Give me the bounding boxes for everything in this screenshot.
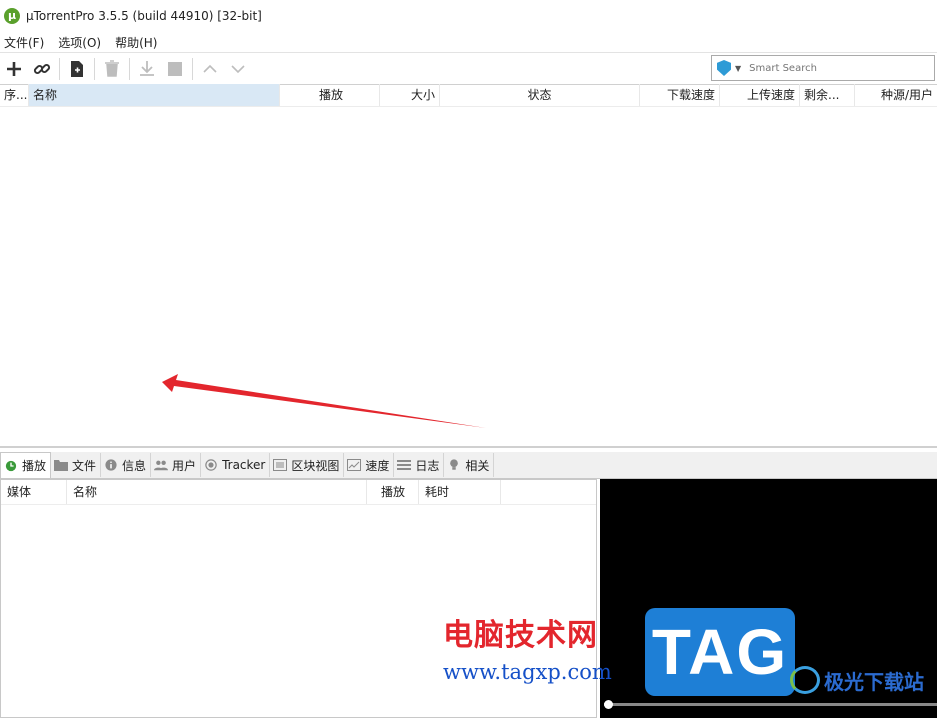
- col-media-name[interactable]: 名称: [67, 480, 367, 504]
- menu-options[interactable]: 选项(O): [54, 34, 105, 51]
- col-name[interactable]: 名称: [29, 84, 280, 106]
- move-down-button[interactable]: [224, 55, 252, 83]
- watermark-tag-logo: TAG: [645, 608, 795, 696]
- list-icon: [397, 460, 412, 470]
- tab-info[interactable]: 信息: [101, 453, 152, 477]
- tab-log[interactable]: 日志: [394, 453, 445, 477]
- remove-button[interactable]: [98, 55, 126, 83]
- plus-icon: [7, 61, 21, 76]
- folder-icon: [54, 460, 69, 471]
- tab-label: 日志: [415, 458, 440, 473]
- stop-icon: [168, 61, 182, 76]
- tab-pieces[interactable]: 区块视图: [270, 453, 345, 477]
- menu-file[interactable]: 文件(F): [0, 34, 48, 51]
- col-down-speed[interactable]: 下载速度: [640, 84, 720, 106]
- watermark-site: 电脑技术网 www.tagxp.com: [443, 610, 643, 700]
- search-input[interactable]: [747, 61, 932, 75]
- col-media[interactable]: 媒体: [1, 480, 67, 504]
- tab-speed[interactable]: 速度: [344, 453, 395, 477]
- move-up-button[interactable]: [196, 55, 224, 83]
- stop-button[interactable]: [161, 55, 189, 83]
- tab-label: 播放: [22, 459, 47, 473]
- col-eta[interactable]: 剩余...: [800, 84, 855, 106]
- tab-label: 区块视图: [291, 458, 340, 473]
- toolbar-separator: [129, 57, 130, 80]
- xz-logo-icon: [790, 666, 820, 694]
- add-link-button[interactable]: [28, 55, 56, 83]
- menu-help[interactable]: 帮助(H): [111, 34, 161, 51]
- chevron-down-icon: [231, 64, 245, 73]
- tab-peers[interactable]: 用户: [151, 453, 202, 477]
- utorrent-logo-icon: μ: [4, 8, 20, 24]
- menu-bar: 文件(F) 选项(O) 帮助(H): [0, 32, 937, 52]
- pane-splitter[interactable]: [0, 446, 937, 448]
- col-status[interactable]: 状态: [440, 84, 640, 106]
- torrent-table-header: 序... 名称 播放 大小 状态 下载速度 上传速度 剩余... 种源/用户: [0, 84, 937, 107]
- window-title: µTorrentPro 3.5.5 (build 44910) [32-bit]: [26, 9, 262, 23]
- annotation-arrow: [162, 374, 486, 428]
- col-queue[interactable]: 序...: [0, 84, 29, 106]
- col-media-duration[interactable]: 耗时: [419, 480, 501, 504]
- tab-tracker[interactable]: Tracker: [201, 453, 271, 477]
- start-button[interactable]: [133, 55, 161, 83]
- tab-related[interactable]: 相关: [444, 453, 495, 477]
- caret-down-icon[interactable]: ▼: [735, 64, 741, 73]
- watermark-xz-text: 极光下载站: [824, 669, 924, 694]
- watermark-xz: 极光下载站: [790, 665, 924, 695]
- title-bar: μ µTorrentPro 3.5.5 (build 44910) [32-bi…: [0, 0, 937, 32]
- tab-label: 信息: [122, 458, 147, 473]
- playback-progress-bar[interactable]: [604, 700, 937, 709]
- target-icon: [205, 459, 217, 471]
- search-provider-shield-icon[interactable]: [717, 60, 731, 76]
- tab-label: 速度: [365, 458, 390, 473]
- create-torrent-button[interactable]: [63, 55, 91, 83]
- users-icon: [154, 460, 169, 471]
- col-play[interactable]: 播放: [280, 84, 380, 106]
- blocks-icon: [273, 459, 288, 471]
- col-seeds-peers[interactable]: 种源/用户: [855, 84, 937, 106]
- chevron-up-icon: [203, 64, 217, 73]
- watermark-url: www.tagxp.com: [443, 660, 612, 684]
- lightbulb-icon: [450, 459, 459, 470]
- trash-icon: [105, 60, 119, 77]
- detail-tabs: 播放 文件 信息 用户 Tracker 区块视图 速度 日志 相关: [0, 452, 937, 479]
- new-file-icon: [71, 60, 83, 77]
- add-torrent-button[interactable]: [0, 55, 28, 83]
- col-up-speed[interactable]: 上传速度: [720, 84, 800, 106]
- download-icon: [140, 61, 154, 76]
- col-media-play[interactable]: 播放: [367, 480, 419, 504]
- tab-label: 用户: [172, 458, 197, 473]
- play-clock-icon: [5, 460, 17, 471]
- tab-label: Tracker: [222, 458, 266, 472]
- toolbar-separator: [192, 57, 193, 80]
- chart-icon: [347, 459, 362, 471]
- toolbar: ▼: [0, 52, 937, 85]
- toolbar-separator: [59, 57, 60, 80]
- media-table-header: 媒体 名称 播放 耗时: [1, 480, 596, 505]
- info-icon: [105, 459, 117, 471]
- tab-files[interactable]: 文件: [51, 453, 102, 477]
- watermark-cn-text: 电脑技术网: [443, 618, 598, 653]
- toolbar-separator: [94, 57, 95, 80]
- smart-search-box[interactable]: ▼: [711, 55, 935, 81]
- tab-play[interactable]: 播放: [0, 452, 52, 478]
- col-size[interactable]: 大小: [380, 84, 440, 106]
- progress-knob[interactable]: [604, 700, 613, 709]
- tab-label: 相关: [465, 458, 490, 473]
- link-icon: [33, 63, 51, 74]
- tab-label: 文件: [72, 458, 97, 473]
